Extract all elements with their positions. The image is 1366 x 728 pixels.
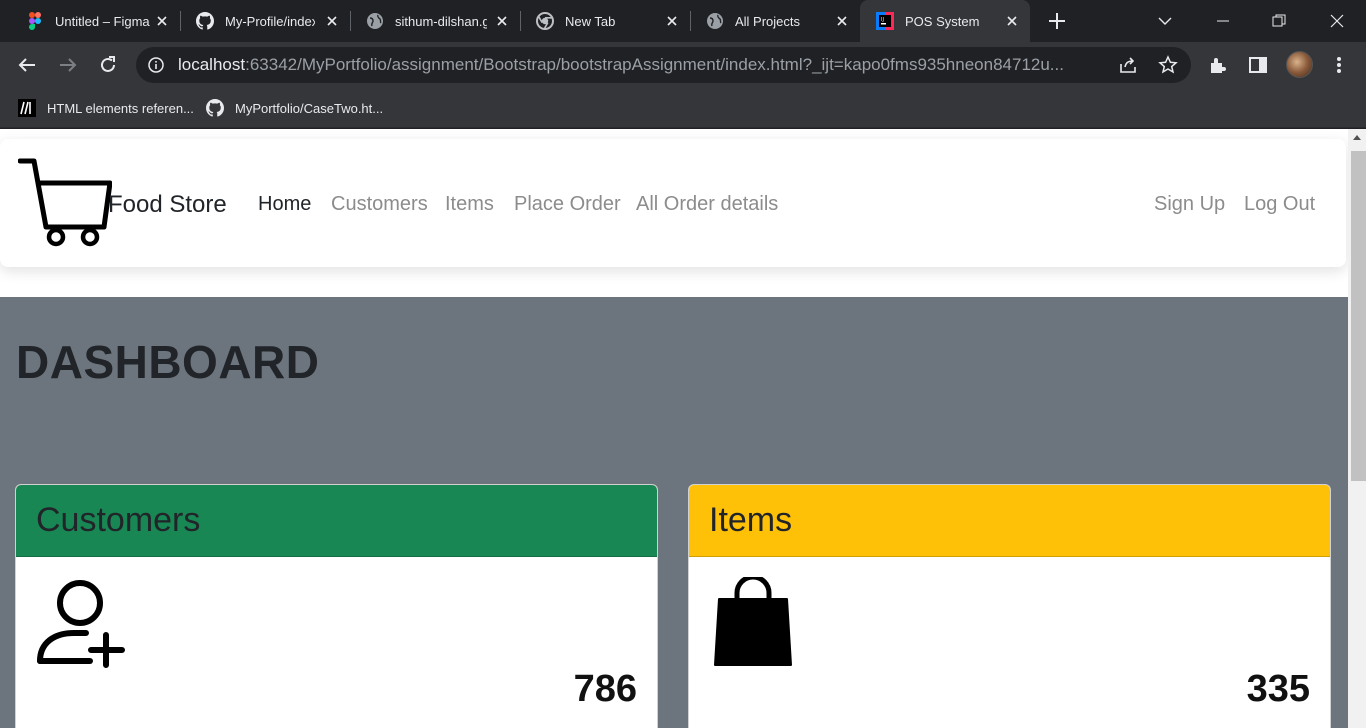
share-icon[interactable] xyxy=(1118,55,1138,80)
close-icon[interactable] xyxy=(154,13,170,29)
github-icon xyxy=(196,12,214,30)
menu-kebab-icon[interactable] xyxy=(1327,53,1351,77)
figma-icon xyxy=(26,12,44,30)
close-window-icon[interactable] xyxy=(1314,0,1360,42)
close-icon[interactable] xyxy=(494,13,510,29)
shopping-cart-icon xyxy=(17,157,113,252)
nav-items[interactable]: Items xyxy=(445,193,494,216)
close-icon[interactable] xyxy=(834,13,850,29)
add-user-icon xyxy=(36,577,128,674)
side-panel-icon[interactable] xyxy=(1246,53,1270,77)
new-tab-button[interactable] xyxy=(1046,10,1068,32)
tab-title: POS System xyxy=(905,13,980,29)
nav-home[interactable]: Home xyxy=(258,193,311,216)
scroll-up-arrow[interactable] xyxy=(1353,135,1361,140)
svg-text:IJ: IJ xyxy=(881,17,884,23)
tab-title: My-Profile/index xyxy=(225,13,315,29)
chrome-icon xyxy=(536,12,554,30)
customers-count: 786 xyxy=(573,668,637,710)
tab-search-icon[interactable] xyxy=(1142,0,1188,42)
card-header: Customers xyxy=(16,485,657,557)
brand-logo[interactable] xyxy=(17,157,113,252)
close-icon[interactable] xyxy=(664,13,680,29)
jetbrains-icon: IJ xyxy=(876,12,894,30)
tab-all-projects[interactable]: All Projects xyxy=(680,0,860,42)
back-icon[interactable] xyxy=(15,53,39,77)
reload-icon[interactable] xyxy=(96,53,120,77)
address-bar[interactable]: localhost:63342/MyPortfolio/assignment/B… xyxy=(136,47,1191,83)
nav-sign-up[interactable]: Sign Up xyxy=(1154,193,1225,216)
close-icon[interactable] xyxy=(324,13,340,29)
tab-pos-system[interactable]: IJ POS System xyxy=(860,0,1030,42)
bookmark-star-icon[interactable] xyxy=(1158,55,1178,80)
nav-all-order-details[interactable]: All Order details xyxy=(636,193,778,216)
browser-tabstrip: Untitled – Figma My-Profile/index sithum… xyxy=(0,0,1366,42)
dashboard-section: DASHBOARD Customers 786 Items 335 xyxy=(0,297,1348,728)
items-count: 335 xyxy=(1246,668,1310,710)
tab-github-profile[interactable]: My-Profile/index xyxy=(170,0,350,42)
tab-title: sithum-dilshan.g xyxy=(395,13,487,29)
github-icon xyxy=(206,99,224,117)
bookmarks-bar: HTML elements referen... MyPortfolio/Cas… xyxy=(0,88,1366,128)
customers-card[interactable]: Customers 786 xyxy=(15,484,658,728)
page-viewport: Food Store Home Customers Items Place Or… xyxy=(0,129,1366,728)
minimize-icon[interactable] xyxy=(1200,0,1246,42)
tab-title: All Projects xyxy=(735,13,801,29)
brand-name[interactable]: Food Store xyxy=(108,191,227,219)
scroll-thumb[interactable] xyxy=(1351,151,1366,481)
tab-sithum[interactable]: sithum-dilshan.g xyxy=(340,0,520,42)
items-card[interactable]: Items 335 xyxy=(688,484,1331,728)
shopping-bag-icon xyxy=(713,574,793,674)
profile-avatar[interactable] xyxy=(1286,51,1313,78)
bookmark-label: HTML elements referen... xyxy=(47,100,194,116)
info-icon[interactable] xyxy=(148,57,164,78)
bookmark-caseTwo[interactable]: MyPortfolio/CaseTwo.ht... xyxy=(206,97,383,119)
globe-icon xyxy=(706,12,724,30)
page-title: DASHBOARD xyxy=(16,336,320,388)
extensions-icon[interactable] xyxy=(1206,53,1230,77)
restore-icon[interactable] xyxy=(1256,0,1302,42)
tab-figma[interactable]: Untitled – Figma xyxy=(0,0,180,42)
tab-new-tab[interactable]: New Tab xyxy=(510,0,690,42)
nav-log-out[interactable]: Log Out xyxy=(1244,193,1315,216)
close-icon[interactable] xyxy=(1004,13,1020,29)
mdn-icon xyxy=(18,99,36,117)
tab-title: Untitled – Figma xyxy=(55,13,150,29)
globe-icon xyxy=(366,12,384,30)
url-text[interactable]: localhost:63342/MyPortfolio/assignment/B… xyxy=(178,55,1098,75)
card-header: Items xyxy=(689,485,1330,557)
tab-title: New Tab xyxy=(565,13,616,29)
nav-place-order[interactable]: Place Order xyxy=(514,193,621,216)
page-scrollbar[interactable] xyxy=(1348,129,1366,728)
forward-icon[interactable] xyxy=(56,53,80,77)
bookmark-label: MyPortfolio/CaseTwo.ht... xyxy=(235,100,384,116)
bookmark-mdn[interactable]: HTML elements referen... xyxy=(18,97,194,119)
site-navbar: Food Store Home Customers Items Place Or… xyxy=(0,139,1346,267)
browser-toolbar: localhost:63342/MyPortfolio/assignment/B… xyxy=(0,42,1366,88)
nav-customers[interactable]: Customers xyxy=(331,193,428,216)
